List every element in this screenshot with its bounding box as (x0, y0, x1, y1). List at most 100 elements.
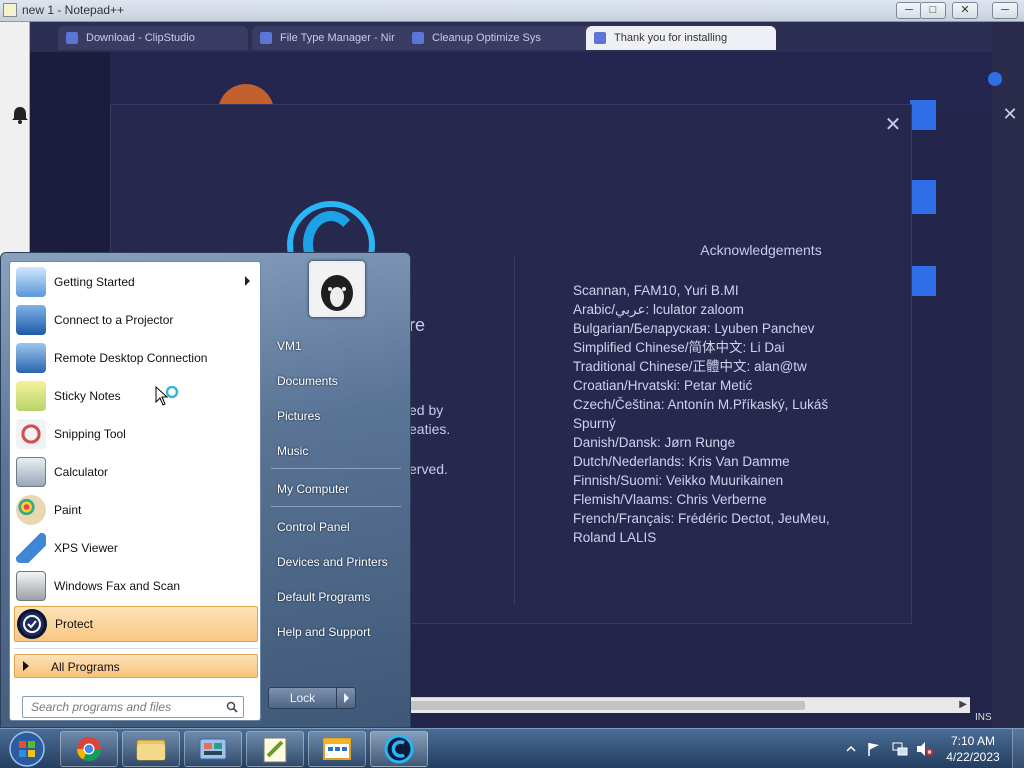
right-separator (271, 506, 401, 507)
search-input[interactable] (31, 698, 221, 716)
program-snipping-tool[interactable]: Snipping Tool (14, 416, 258, 452)
taskbar: 7:10 AM 4/22/2023 (0, 728, 1024, 768)
user-folder-link[interactable]: VM1 (267, 331, 405, 361)
control-panel-icon (199, 738, 227, 760)
dialog-divider (514, 255, 515, 605)
program-label: Getting Started (54, 275, 135, 289)
about-text-fragment: erved. (409, 461, 448, 477)
scroll-right-arrow-icon[interactable]: ▶ (959, 699, 967, 710)
restore-button-outer[interactable]: ─ (992, 2, 1018, 19)
credit-line: Flemish/Vlaams: Chris Verberne (573, 492, 767, 507)
credit-line: Simplified Chinese/简体中文: Li Dai (573, 340, 785, 355)
taskbar-calendar-app[interactable] (308, 731, 366, 767)
taskbar-ccleaner[interactable] (370, 731, 428, 767)
credit-line: Dutch/Nederlands: Kris Van Damme (573, 454, 790, 469)
program-protect[interactable]: Protect (14, 606, 258, 642)
shutdown-options-arrow-icon[interactable] (344, 693, 349, 703)
tab-label: Cleanup Optimize Sys (432, 32, 541, 44)
program-label: Remote Desktop Connection (54, 351, 208, 365)
notepad-title-bar[interactable]: new 1 - Notepad++ ─ □ ✕ ─ (0, 0, 1024, 22)
credits-list: Scannan, FAM10, Yuri B.MI Arabic/عربي: l… (573, 281, 873, 547)
notepad-icon (3, 3, 17, 17)
documents-link[interactable]: Documents (267, 366, 405, 396)
user-avatar[interactable] (309, 261, 365, 317)
tab-favicon-icon (260, 32, 272, 44)
app-action-button[interactable] (910, 180, 936, 214)
program-xps-viewer[interactable]: XPS Viewer (14, 530, 258, 566)
search-icon[interactable] (226, 701, 238, 713)
xps-viewer-icon (16, 533, 46, 563)
program-paint[interactable]: Paint (14, 492, 258, 528)
calculator-icon (16, 457, 46, 487)
program-getting-started[interactable]: Getting Started (14, 264, 258, 300)
taskbar-control-panel[interactable] (184, 731, 242, 767)
ccleaner-icon (384, 734, 414, 764)
program-fax-scan[interactable]: Windows Fax and Scan (14, 568, 258, 604)
horizontal-scrollbar[interactable]: ▶ (410, 697, 970, 713)
show-desktop-button[interactable] (1012, 729, 1024, 768)
default-programs-link[interactable]: Default Programs (267, 582, 405, 612)
app-action-button[interactable] (910, 100, 936, 130)
control-panel-link[interactable]: Control Panel (267, 512, 405, 542)
tab-label: Thank you for installing (614, 32, 728, 44)
music-link[interactable]: Music (267, 436, 405, 466)
browser-tab[interactable]: Download - ClipStudio (58, 26, 248, 50)
credit-line: Spurný (573, 416, 616, 431)
program-label: Protect (55, 617, 94, 631)
program-label: Sticky Notes (54, 389, 121, 403)
system-clock[interactable]: 7:10 AM 4/22/2023 (940, 733, 1006, 765)
volume-muted-icon[interactable] (916, 741, 933, 757)
panel-close-icon[interactable]: ✕ (1000, 104, 1020, 124)
program-label: XPS Viewer (54, 541, 118, 555)
program-sticky-notes[interactable]: Sticky Notes (14, 378, 258, 414)
show-hidden-icons-icon[interactable] (846, 743, 862, 759)
submenu-arrow-icon[interactable] (245, 276, 250, 286)
network-icon[interactable] (892, 741, 908, 757)
close-button[interactable]: ✕ (952, 2, 978, 19)
bell-icon (12, 107, 28, 124)
program-calculator[interactable]: Calculator (14, 454, 258, 490)
tab-label: Download - ClipStudio (86, 32, 195, 44)
browser-tab-active[interactable]: Thank you for installing (586, 26, 776, 50)
pictures-link[interactable]: Pictures (267, 401, 405, 431)
program-remote-desktop[interactable]: Remote Desktop Connection (14, 340, 258, 376)
computer-link[interactable]: My Computer (267, 474, 405, 504)
taskbar-notepad-plus-plus[interactable] (246, 731, 304, 767)
maximize-button[interactable]: □ (920, 2, 946, 19)
help-support-link[interactable]: Help and Support (267, 617, 405, 647)
credit-line: Roland LALIS (573, 530, 657, 545)
busy-cursor-icon (155, 386, 179, 406)
devices-printers-link[interactable]: Devices and Printers (267, 547, 405, 577)
minimize-button[interactable]: ─ (896, 2, 922, 19)
action-center-flag-icon[interactable] (866, 741, 882, 757)
programs-separator (14, 648, 258, 649)
about-text-fragment: re (409, 315, 426, 335)
credit-line: Danish/Dansk: Jørn Runge (573, 435, 736, 450)
all-programs-button[interactable]: All Programs (14, 654, 258, 678)
clock-date: 4/22/2023 (946, 750, 1000, 764)
taskbar-explorer[interactable] (122, 731, 180, 767)
browser-tab-strip: Download - ClipStudio File Type Manager … (30, 22, 992, 52)
app-action-button[interactable] (910, 266, 936, 296)
dialog-close-icon[interactable]: ✕ (881, 113, 905, 137)
start-orb-icon[interactable] (4, 729, 50, 768)
tab-favicon-icon (412, 32, 424, 44)
fax-icon (16, 571, 46, 601)
start-menu-programs-pane: Getting Started Connect to a Projector R… (9, 261, 261, 721)
program-label: Paint (54, 503, 82, 517)
program-label: Snipping Tool (54, 427, 126, 441)
about-text-fragment: ed by (409, 402, 444, 418)
lock-label: Lock (269, 688, 337, 708)
notepad-title: new 1 - Notepad++ (22, 3, 125, 17)
taskbar-chrome[interactable] (60, 731, 118, 767)
start-search-box[interactable] (22, 696, 244, 718)
scissors-icon (16, 419, 46, 449)
browser-tab[interactable]: Cleanup Optimize Sys (404, 26, 594, 50)
all-programs-arrow-icon (23, 661, 29, 671)
lock-button[interactable]: Lock (268, 687, 356, 709)
program-connect-projector[interactable]: Connect to a Projector (14, 302, 258, 338)
about-text-fragment: eaties. (409, 421, 451, 437)
scrollbar-thumb[interactable] (410, 701, 805, 710)
calendar-app-icon (323, 738, 351, 760)
credit-line: Scannan, FAM10, Yuri B.MI (573, 283, 739, 298)
